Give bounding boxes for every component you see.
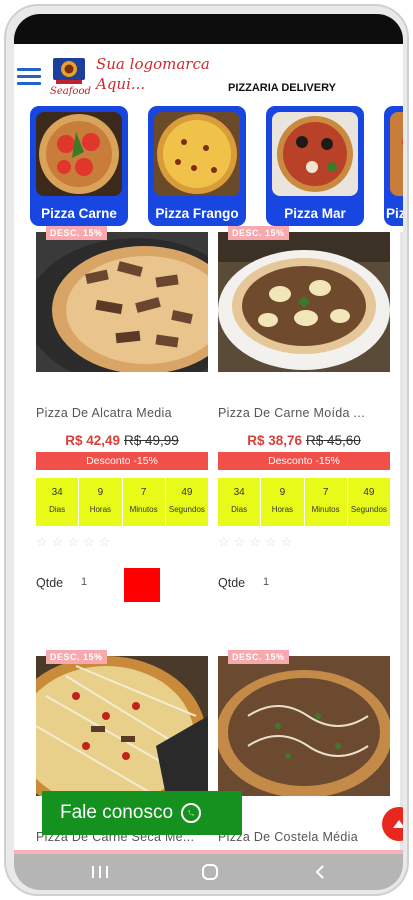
- recent-apps-button[interactable]: [70, 854, 130, 890]
- countdown-days: 34 Dias: [36, 478, 80, 526]
- countdown-seconds: 49 Segundos: [350, 487, 387, 514]
- countdown-seconds: 49 Segundos: [168, 487, 205, 514]
- category-card-carne[interactable]: Pizza Carne: [30, 106, 128, 226]
- category-card-frango[interactable]: Pizza Frango: [148, 106, 246, 226]
- quantity-label: Qtde: [218, 576, 246, 590]
- logo-text: Sua logomarca Aqui...: [96, 54, 236, 94]
- countdown-minutes: 7 Minutos: [123, 478, 166, 526]
- category-card-mar[interactable]: Pizza Mar: [266, 106, 364, 226]
- logo-text-line1: Sua logomarca: [96, 55, 210, 73]
- category-label: Pizza Carne: [41, 206, 117, 221]
- countdown-minutes: 7 Minutos: [305, 478, 348, 526]
- page-scrollbar[interactable]: [400, 232, 403, 852]
- product-price: R$ 42,49 R$ 49,99: [36, 433, 208, 448]
- discount-badge: DESC. 15%: [46, 650, 107, 664]
- home-button[interactable]: [180, 854, 240, 890]
- phone-screen: Seafood Sua logomarca Aqui... PIZZARIA D…: [14, 14, 403, 890]
- countdown-hours: 9 Horas: [79, 478, 123, 526]
- logo-icon[interactable]: [52, 56, 86, 86]
- product-name[interactable]: Pizza De Costela Média: [218, 830, 390, 844]
- contact-button[interactable]: Fale conosco: [42, 791, 242, 835]
- countdown-timer: 34 Dias 9 Horas 7 Minutos 49 Segundos: [36, 478, 208, 526]
- category-label: Pizz: [386, 206, 403, 221]
- page-title: PIZZARIA DELIVERY: [228, 82, 336, 94]
- recent-apps-icon: [92, 866, 108, 878]
- quantity-input[interactable]: 1: [81, 576, 87, 588]
- price-new: R$ 42,49: [65, 433, 120, 448]
- contact-button-label: Fale conosco: [60, 802, 174, 823]
- discount-badge: DESC. 15%: [228, 226, 289, 240]
- product-name[interactable]: Pizza De Carne Moída ...: [218, 406, 390, 420]
- home-icon: [202, 864, 218, 880]
- category-carousel[interactable]: Pizza Carne Pizza Frango Pizza Mar Pi: [30, 106, 403, 228]
- category-card-partial[interactable]: Pizz: [384, 106, 403, 226]
- back-chevron-icon: [315, 865, 324, 879]
- rating-stars[interactable]: ☆☆☆☆☆: [218, 534, 296, 550]
- discount-label: Desconto -15%: [218, 452, 390, 470]
- category-label: Pizza Frango: [155, 206, 239, 221]
- back-button[interactable]: [290, 854, 350, 890]
- category-image: [272, 112, 358, 196]
- product-name[interactable]: Pizza De Alcatra Media: [36, 406, 208, 420]
- logo-script: Seafood: [50, 86, 91, 97]
- countdown-hours: 9 Horas: [261, 478, 305, 526]
- category-image: [154, 112, 240, 196]
- countdown-days: 34 Dias: [218, 478, 262, 526]
- category-image: [390, 112, 403, 196]
- product-image[interactable]: [218, 232, 390, 372]
- discount-badge: DESC. 15%: [46, 226, 107, 240]
- status-bar: [14, 14, 403, 44]
- system-navigation-bar: [14, 854, 403, 890]
- quantity-input[interactable]: 1: [263, 576, 269, 588]
- price-old: R$ 49,99: [124, 433, 179, 448]
- price-old: R$ 45,60: [306, 433, 361, 448]
- phone-frame: Seafood Sua logomarca Aqui... PIZZARIA D…: [4, 4, 409, 896]
- menu-icon[interactable]: [17, 68, 41, 86]
- price-new: R$ 38,76: [247, 433, 302, 448]
- rating-stars[interactable]: ☆☆☆☆☆: [36, 534, 114, 550]
- product-image[interactable]: [36, 656, 208, 796]
- whatsapp-icon: [181, 803, 202, 823]
- product-price: R$ 38,76 R$ 45,60: [218, 433, 390, 448]
- product-image[interactable]: [36, 232, 208, 372]
- category-label: Pizza Mar: [284, 206, 346, 221]
- discount-badge: DESC. 15%: [228, 650, 289, 664]
- category-image: [36, 112, 122, 196]
- quantity-label: Qtde: [36, 576, 64, 590]
- discount-label: Desconto -15%: [36, 452, 208, 470]
- countdown-timer: 34 Dias 9 Horas 7 Minutos 49 Segundos: [218, 478, 390, 526]
- logo-text-line2: Aqui...: [96, 75, 146, 93]
- arrow-up-icon: [393, 820, 403, 828]
- app-header: Seafood Sua logomarca Aqui... PIZZARIA D…: [14, 44, 403, 106]
- add-to-cart-button[interactable]: [124, 568, 160, 602]
- product-image[interactable]: [218, 656, 390, 796]
